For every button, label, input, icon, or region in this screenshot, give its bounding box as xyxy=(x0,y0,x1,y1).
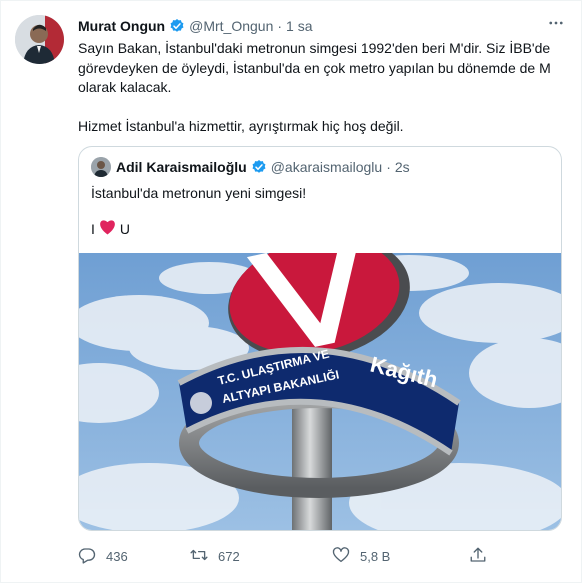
author-handle[interactable]: @Mrt_Ongun xyxy=(189,18,273,34)
tweet-text: Sayın Bakan, İstanbul'daki metronun simg… xyxy=(78,39,572,137)
more-icon[interactable] xyxy=(547,14,565,37)
quoted-author-name: Adil Karaismailoğlu xyxy=(116,159,247,175)
reply-button[interactable]: 436 xyxy=(78,546,128,567)
quoted-author-handle: @akaraismailoglu xyxy=(270,159,383,175)
separator-dot: · xyxy=(277,18,283,34)
like-heart-icon xyxy=(332,546,360,567)
retweet-button[interactable]: 672 xyxy=(190,546,240,567)
reply-icon xyxy=(78,546,106,567)
quoted-tweet-header: Adil Karaismailoğlu @akaraismailoglu · 2… xyxy=(91,157,410,177)
verified-badge-icon xyxy=(169,18,185,34)
quoted-line2-suffix: U xyxy=(119,221,131,237)
author-avatar[interactable] xyxy=(15,15,64,64)
author-name[interactable]: Murat Ongun xyxy=(78,18,165,34)
quoted-author-avatar xyxy=(91,157,111,177)
quoted-verified-badge-icon xyxy=(251,159,267,175)
tweet-header: Murat Ongun @Mrt_Ongun · 1 sa xyxy=(78,16,567,36)
tweet[interactable]: Murat Ongun @Mrt_Ongun · 1 sa Sayın Baka… xyxy=(0,0,582,583)
quoted-separator-dot: · xyxy=(386,159,391,175)
tweet-time[interactable]: 1 sa xyxy=(286,18,312,34)
quoted-tweet-line2: I U xyxy=(91,219,130,240)
like-button[interactable]: 5,8 B xyxy=(332,546,390,567)
quoted-tweet[interactable]: Adil Karaismailoğlu @akaraismailoglu · 2… xyxy=(78,146,562,531)
tweet-paragraph-1: Sayın Bakan, İstanbul'daki metronun simg… xyxy=(78,40,551,95)
like-count: 5,8 B xyxy=(360,549,391,564)
quoted-tweet-text: İstanbul'da metronun yeni simgesi! xyxy=(91,185,307,201)
share-button[interactable] xyxy=(469,546,497,567)
tweet-actions: 436 672 5,8 B xyxy=(78,546,498,566)
retweet-count: 672 xyxy=(218,549,240,564)
share-icon xyxy=(469,546,497,567)
metro-sign-photo[interactable]: T.C. ULAŞTIRMA VE ALTYAPI BAKANLIĞI Kağı… xyxy=(79,253,561,530)
reply-count: 436 xyxy=(106,549,128,564)
red-heart-icon xyxy=(99,219,116,240)
quoted-tweet-time: 2s xyxy=(394,159,410,175)
quoted-line2-prefix: I xyxy=(91,221,95,237)
tweet-paragraph-2: Hizmet İstanbul'a hizmettir, ayrıştırmak… xyxy=(78,118,404,134)
retweet-icon xyxy=(190,546,218,567)
